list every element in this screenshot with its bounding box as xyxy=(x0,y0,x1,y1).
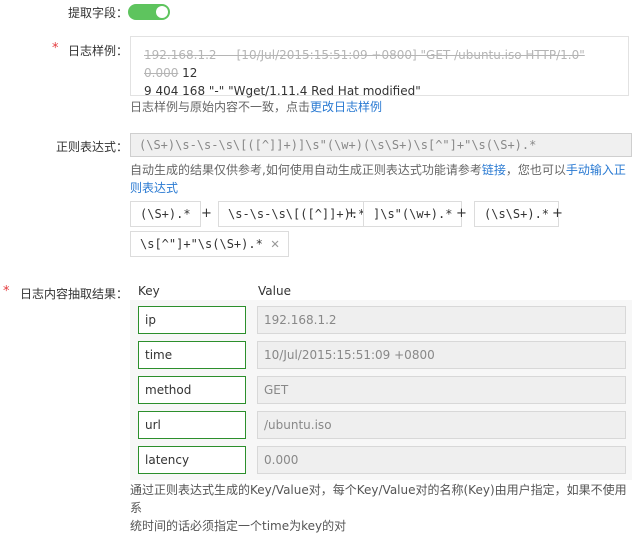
regex-hint-text2: ，您也可以 xyxy=(505,163,566,177)
value-field-method: GET xyxy=(257,376,626,404)
results-label: 日志内容抽取结果： xyxy=(19,287,128,301)
regex-hint: 自动生成的结果仅供参考,如何使用自动生成正则表达式功能请参考链接，您也可以手动输… xyxy=(130,161,635,197)
plus-1: + xyxy=(201,206,212,221)
extract-field-toggle[interactable] xyxy=(128,4,170,20)
plus-4: + xyxy=(552,206,563,221)
regex-chip-5-text: \s[^"]+"\s(\S+).* xyxy=(140,237,263,251)
results-footer-line1: 通过正则表达式生成的Key/Value对，每个Key/Value对的名称(Key… xyxy=(130,483,627,515)
regex-label: 正则表达式： xyxy=(55,140,128,154)
log-sample-box: 192.168.1.2 - - [10/Jul/2015:15:51:09 +0… xyxy=(130,36,629,98)
key-input-time[interactable]: time xyxy=(138,341,246,369)
key-input-ip[interactable]: ip xyxy=(138,306,246,334)
close-icon[interactable]: ✕ xyxy=(271,236,279,252)
toggle-knob xyxy=(156,6,168,18)
regex-chip-1[interactable]: (\S+).* xyxy=(130,201,201,227)
change-log-sample-link[interactable]: 更改日志样例 xyxy=(310,100,382,114)
plus-3: + xyxy=(456,206,467,221)
regex-help-link[interactable]: 链接 xyxy=(482,163,506,177)
results-footer-line2: 统时间的话必须指定一个time为key的对 xyxy=(130,519,347,533)
log-sample-line1: 192.168.1.2 - - [10/Jul/2015:15:51:09 +0… xyxy=(144,48,585,80)
manual-regex-link[interactable]: 手动输入正 xyxy=(566,163,626,177)
key-column-header: Key xyxy=(138,284,160,298)
manual-regex-link-cont[interactable]: 则表达式 xyxy=(130,181,178,195)
log-sample-hint-text: 日志样例与原始内容不一致，点击 xyxy=(130,100,311,114)
log-sample-line2: 9 404 168 "-" "Wget/1.11.4 Red Hat modif… xyxy=(144,84,421,98)
key-input-latency[interactable]: latency xyxy=(138,446,246,474)
regex-input[interactable]: (\S+)\s-\s-\s\[([^]]+)]\s"(\w+)(\s\S+)\s… xyxy=(130,133,632,157)
log-sample-label: 日志样例： xyxy=(67,44,128,58)
key-input-url[interactable]: url xyxy=(138,411,246,439)
results-footer-note: 通过正则表达式生成的Key/Value对，每个Key/Value对的名称(Key… xyxy=(130,481,635,535)
log-sample-line1-tail: 12 xyxy=(178,66,198,80)
plus-2: + xyxy=(346,206,357,221)
extract-field-label: 提取字段： xyxy=(67,6,128,20)
regex-chip-4[interactable]: (\s\S+).* xyxy=(474,201,560,227)
key-input-method[interactable]: method xyxy=(138,376,246,404)
value-field-latency: 0.000 xyxy=(257,446,626,474)
value-column-header: Value xyxy=(258,284,291,298)
value-field-time: 10/Jul/2015:15:51:09 +0800 xyxy=(257,341,626,369)
regex-hint-text1: 自动生成的结果仅供参考,如何使用自动生成正则表达式功能请参考 xyxy=(130,163,482,177)
regex-chip-3[interactable]: ]\s"(\w+).* xyxy=(363,201,463,227)
results-required-mark: * xyxy=(3,284,10,299)
regex-chip-5[interactable]: \s[^"]+"\s(\S+).* ✕ xyxy=(130,231,290,257)
value-field-url: /ubuntu.iso xyxy=(257,411,626,439)
value-field-ip: 192.168.1.2 xyxy=(257,306,626,334)
log-sample-hint: 日志样例与原始内容不一致，点击更改日志样例 xyxy=(130,98,382,116)
